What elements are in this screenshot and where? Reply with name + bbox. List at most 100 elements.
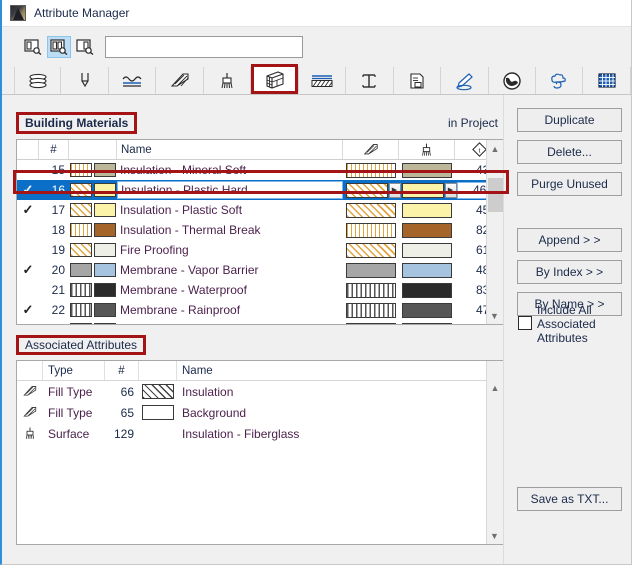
- row-surface-preview[interactable]: [399, 222, 455, 238]
- row-surface-preview[interactable]: [399, 322, 455, 324]
- tab-pen-sets[interactable]: [441, 67, 489, 94]
- row-surface-preview[interactable]: [399, 302, 455, 318]
- row-swatches: [69, 283, 117, 297]
- tab-zone-categories[interactable]: [393, 67, 442, 94]
- row-checkmark-icon[interactable]: ✓: [17, 180, 39, 200]
- row-fill-preview[interactable]: [343, 282, 399, 298]
- tab-building-materials[interactable]: [251, 64, 299, 94]
- surface-preview-swatch: [402, 302, 452, 318]
- scroll-up-icon[interactable]: ▲: [487, 140, 503, 157]
- tab-grid-mesh[interactable]: [583, 67, 631, 94]
- surface-preview-swatch: [402, 262, 452, 278]
- duplicate-button[interactable]: Duplicate: [517, 108, 622, 132]
- tab-markup-styles[interactable]: [536, 67, 584, 94]
- row-surface-preview[interactable]: ▶: [401, 182, 457, 198]
- table-row[interactable]: ✓17Insulation - Plastic Soft450: [17, 200, 503, 220]
- row-index: 23: [39, 323, 69, 324]
- row-fill-preview[interactable]: [343, 162, 399, 178]
- row-checkmark-icon[interactable]: ✓: [17, 320, 39, 324]
- surface-dropdown-arrow-icon[interactable]: ▶: [444, 182, 457, 198]
- row-fill-preview[interactable]: [343, 322, 399, 324]
- tab-line-types[interactable]: [61, 67, 109, 94]
- row-fill-preview[interactable]: [343, 242, 399, 258]
- row-material-name[interactable]: Insulation - Mineral Soft: [117, 163, 343, 177]
- row-material-name[interactable]: Insulation - Thermal Break: [117, 223, 343, 237]
- save-as-txt-button[interactable]: Save as TXT...: [517, 487, 622, 511]
- tab-surfaces[interactable]: [203, 67, 252, 94]
- table-row[interactable]: ✓23Timber - Roof810: [17, 320, 503, 324]
- row-checkmark-icon[interactable]: [17, 240, 39, 260]
- row-checkmark-icon[interactable]: [17, 220, 39, 240]
- tab-layers[interactable]: [14, 67, 62, 94]
- list-item[interactable]: Surface 129 Insulation - Fiberglass: [17, 423, 503, 444]
- table-row[interactable]: 19Fire Proofing610: [17, 240, 503, 260]
- row-checkmark-icon[interactable]: ✓: [17, 200, 39, 220]
- fill-type-icon: [343, 140, 399, 159]
- row-checkmark-icon[interactable]: [17, 280, 39, 300]
- header-preview-col: [139, 361, 177, 380]
- scroll-down-icon[interactable]: ▼: [487, 527, 502, 544]
- append-button[interactable]: Append > >: [517, 228, 622, 252]
- materials-rows: 15Insulation - Mineral Soft430✓16Insulat…: [17, 160, 503, 324]
- row-checkmark-icon[interactable]: ✓: [17, 300, 39, 320]
- tab-fill-types[interactable]: [108, 67, 157, 94]
- row-surface-preview[interactable]: [399, 202, 455, 218]
- row-material-name[interactable]: Fire Proofing: [117, 243, 343, 257]
- search-two-pane-icon[interactable]: [47, 36, 71, 58]
- tab-composites[interactable]: [156, 67, 204, 94]
- fill-type-icon: [17, 385, 43, 398]
- tab-composite-structures[interactable]: [298, 67, 347, 94]
- tab-city-data[interactable]: [488, 67, 536, 94]
- table-row[interactable]: ✓ 16 Insulation - Plastic Hard ▶ ▶ 460: [17, 180, 503, 200]
- fill-dropdown-arrow-icon[interactable]: ▶: [388, 182, 401, 198]
- header-index-col: #: [105, 361, 139, 380]
- list-item[interactable]: Fill Type 65 Background: [17, 402, 503, 423]
- row-checkmark-icon[interactable]: ✓: [17, 260, 39, 280]
- by-index-button[interactable]: By Index > >: [517, 260, 622, 284]
- row-material-name[interactable]: Timber - Roof: [117, 323, 343, 324]
- table-row[interactable]: ✓20Membrane - Vapor Barrier480: [17, 260, 503, 280]
- row-surface-preview[interactable]: [399, 162, 455, 178]
- row-material-name[interactable]: Insulation - Plastic Hard: [117, 181, 343, 199]
- table-row[interactable]: ✓22Membrane - Rainproof470: [17, 300, 503, 320]
- table-row[interactable]: 15Insulation - Mineral Soft430: [17, 160, 503, 180]
- table-row[interactable]: 21Membrane - Waterproof830: [17, 280, 503, 300]
- surface-preview-swatch: [401, 182, 444, 198]
- fill-preview-swatch: [346, 222, 396, 238]
- search-single-pane-icon[interactable]: [21, 36, 45, 58]
- row-checkmark-icon[interactable]: [17, 160, 39, 180]
- row-fill-preview[interactable]: [343, 262, 399, 278]
- delete-button[interactable]: Delete...: [517, 140, 622, 164]
- row-fill-swatch: [70, 263, 92, 277]
- row-surface-preview[interactable]: [399, 262, 455, 278]
- search-right-pane-icon[interactable]: [73, 36, 97, 58]
- row-fill-preview[interactable]: [343, 222, 399, 238]
- row-surface-swatch: [94, 243, 116, 257]
- building-materials-list[interactable]: # Name t 15 Insulation - Mineral Soft ✓ …: [16, 139, 504, 325]
- scrollbar-thumb[interactable]: [488, 178, 503, 212]
- tab-profiles[interactable]: [346, 67, 394, 94]
- materials-scrollbar[interactable]: ▲ ▼: [486, 140, 503, 324]
- attribute-preview-swatch: [139, 405, 177, 420]
- checkbox-box[interactable]: [518, 316, 532, 330]
- associated-attributes-list[interactable]: Type # Name Fill Type 66 Insulation Fill Ty…: [16, 360, 504, 545]
- row-material-name[interactable]: Membrane - Vapor Barrier: [117, 263, 343, 277]
- row-fill-preview[interactable]: [343, 202, 399, 218]
- row-fill-preview[interactable]: [343, 302, 399, 318]
- row-fill-swatch: [70, 183, 92, 197]
- scroll-down-icon[interactable]: ▼: [487, 307, 502, 324]
- list-item[interactable]: Fill Type 66 Insulation: [17, 381, 503, 402]
- associated-scrollbar[interactable]: ▲ ▼: [486, 361, 503, 544]
- purge-unused-button[interactable]: Purge Unused: [517, 172, 622, 196]
- row-surface-preview[interactable]: [399, 282, 455, 298]
- row-material-name[interactable]: Membrane - Rainproof: [117, 303, 343, 317]
- row-surface-preview[interactable]: [399, 242, 455, 258]
- include-all-associated-attributes-checkbox[interactable]: Include All Associated Attributes: [518, 303, 623, 345]
- scroll-up-icon[interactable]: ▲: [487, 379, 503, 396]
- row-fill-preview[interactable]: ▶: [345, 182, 401, 198]
- row-material-name[interactable]: Insulation - Plastic Soft: [117, 203, 343, 217]
- table-row[interactable]: 18Insulation - Thermal Break820: [17, 220, 503, 240]
- row-material-name[interactable]: Membrane - Waterproof: [117, 283, 343, 297]
- header-name-col: Name: [117, 140, 343, 159]
- search-input[interactable]: [105, 36, 303, 58]
